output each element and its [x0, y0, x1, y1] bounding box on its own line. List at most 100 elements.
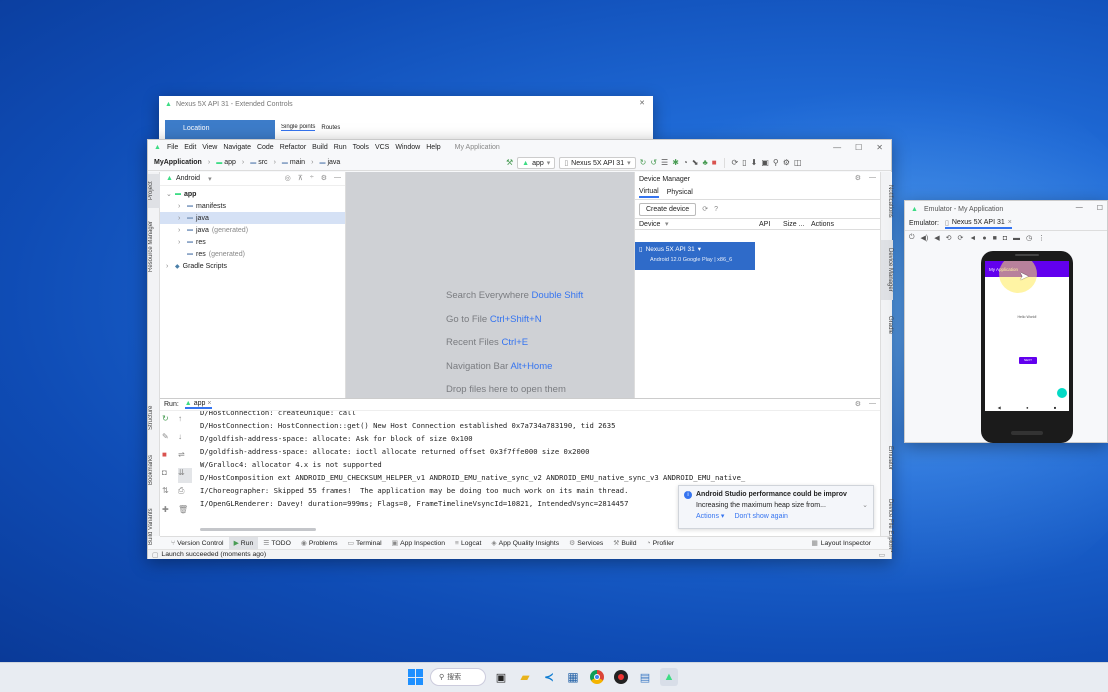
- bottom-tab-services[interactable]: ⚙ Services: [564, 537, 608, 549]
- bottom-tab-app-quality-insights[interactable]: ◈ App Quality Insights: [486, 537, 564, 549]
- tab-virtual[interactable]: Virtual: [639, 188, 659, 198]
- emulator-tool-tab[interactable]: Emulator: [881, 436, 893, 480]
- maximize-icon[interactable]: ☐: [1097, 204, 1103, 212]
- menu-item-window[interactable]: Window: [395, 144, 420, 151]
- close-icon[interactable]: ✕: [639, 99, 645, 107]
- bottom-tab-version-control[interactable]: ⑂ Version Control: [166, 537, 229, 549]
- menu-item-refactor[interactable]: Refactor: [280, 144, 306, 151]
- resource-manager-tool-tab[interactable]: Resource Manager: [148, 214, 160, 278]
- maximize-icon[interactable]: ☐: [855, 143, 862, 152]
- hammer-icon[interactable]: ⚒: [506, 159, 513, 167]
- collapse-all-icon[interactable]: ⊼: [298, 174, 303, 182]
- menu-item-run[interactable]: Run: [334, 144, 347, 151]
- bottom-tab-todo[interactable]: ☰ TODO: [258, 537, 296, 549]
- breadcrumb-item[interactable]: ▬ src: [250, 159, 267, 166]
- power-icon[interactable]: ⏻: [909, 234, 915, 242]
- stop-icon[interactable]: ■: [712, 159, 717, 167]
- run-tests-icon[interactable]: ☰: [661, 159, 668, 167]
- gear-icon[interactable]: ⚙: [855, 400, 861, 408]
- attach-debugger-icon[interactable]: ⬊: [692, 159, 699, 167]
- sync-gradle-icon[interactable]: ⟳: [732, 159, 739, 167]
- debug-icon[interactable]: ✱: [672, 159, 679, 167]
- breadcrumb-item[interactable]: ▬ main: [282, 159, 305, 166]
- recorder-icon[interactable]: [612, 668, 630, 686]
- apply-changes-icon[interactable]: ↺: [650, 159, 657, 167]
- extended-controls-titlebar[interactable]: ▲ Nexus 5X API 31 - Extended Controls ✕: [159, 96, 653, 112]
- task-view-icon[interactable]: ▣: [492, 668, 510, 686]
- hide-icon[interactable]: —: [334, 174, 341, 182]
- extended-tab-single-points[interactable]: Single points: [281, 124, 316, 131]
- bottom-tab-app-inspection[interactable]: ▣ App Inspection: [387, 537, 450, 549]
- profile-icon[interactable]: ◔: [683, 159, 688, 167]
- trash-icon[interactable]: 🗑: [178, 505, 192, 520]
- locate-icon[interactable]: ◎: [285, 174, 291, 182]
- extended-controls-window[interactable]: ▲ Nexus 5X API 31 - Extended Controls ✕ …: [159, 96, 653, 140]
- device-explorer-icon[interactable]: ▣: [761, 159, 769, 167]
- tree-node[interactable]: › ▬ java: [160, 212, 345, 224]
- minimize-icon[interactable]: —: [833, 143, 841, 152]
- android-run-icon[interactable]: ♣: [702, 159, 707, 167]
- soft-wrap-icon[interactable]: ⇌: [178, 450, 192, 465]
- gear-icon[interactable]: ⚙: [855, 174, 861, 182]
- tree-node[interactable]: ⌄ ▬ app: [160, 188, 345, 200]
- pin-icon[interactable]: ✚: [162, 505, 176, 520]
- close-icon[interactable]: ×: [1008, 219, 1012, 227]
- camera-icon[interactable]: ◘: [1003, 235, 1007, 242]
- extended-sidebar-item-location[interactable]: Location: [165, 120, 275, 140]
- refresh-icon[interactable]: ⟳: [702, 205, 708, 213]
- home-icon[interactable]: ●: [982, 235, 986, 242]
- tree-node[interactable]: › ◆ Gradle Scripts: [160, 260, 345, 272]
- tree-node[interactable]: › ▬ java (generated): [160, 224, 345, 236]
- overview-icon[interactable]: ■: [1054, 405, 1056, 410]
- run-config-select[interactable]: ▲ app ▾: [517, 157, 556, 169]
- bottom-tab-terminal[interactable]: ▭ Terminal: [343, 537, 387, 549]
- sdk-manager-icon[interactable]: ⬇: [751, 159, 758, 167]
- layout-icon[interactable]: ◫: [794, 159, 802, 167]
- breadcrumb-item[interactable]: ▬ java: [319, 159, 340, 166]
- home-icon[interactable]: ●: [1026, 405, 1028, 410]
- rerun-icon[interactable]: ↻: [640, 159, 647, 167]
- stop-icon[interactable]: ■: [162, 450, 176, 465]
- expand-arrow-icon[interactable]: ›: [178, 227, 184, 234]
- notifications-tool-tab[interactable]: Notifications: [881, 176, 893, 226]
- restore-layout-icon[interactable]: ⇅: [162, 486, 176, 502]
- next-button[interactable]: NEXT: [1019, 357, 1037, 364]
- back-icon[interactable]: ◀: [998, 405, 1001, 410]
- volume-down-icon[interactable]: ◀: [934, 234, 939, 242]
- tree-node[interactable]: › ▬ manifests: [160, 200, 345, 212]
- print-icon[interactable]: ⎙: [178, 486, 192, 502]
- tree-node[interactable]: ▬ res (generated): [160, 248, 345, 260]
- emulator-device-tab[interactable]: ▯ Nexus 5X API 31 ×: [944, 219, 1012, 229]
- bottom-tab-run[interactable]: ▶ Run: [228, 537, 259, 549]
- vscode-icon[interactable]: ≺: [540, 668, 558, 686]
- file-explorer-icon[interactable]: ▰: [516, 668, 534, 686]
- chevron-down-icon[interactable]: ⌄: [862, 500, 868, 511]
- project-view-select[interactable]: Android: [176, 175, 200, 182]
- record-icon[interactable]: ▬: [1013, 235, 1020, 242]
- expand-arrow-icon[interactable]: ⌄: [166, 190, 172, 198]
- expand-arrow-icon[interactable]: ›: [166, 263, 172, 270]
- notepad-icon[interactable]: ▤: [636, 668, 654, 686]
- device-row[interactable]: ▯ Nexus 5X API 31 ▾ Android 12.0 Google …: [635, 242, 755, 270]
- taskbar-search[interactable]: ⚲ 搜索: [430, 668, 486, 686]
- snapshot-icon[interactable]: ◷: [1026, 234, 1032, 242]
- expand-arrow-icon[interactable]: ›: [178, 203, 184, 210]
- hide-icon[interactable]: —: [869, 400, 876, 408]
- hide-icon[interactable]: —: [869, 174, 876, 182]
- rerun-icon[interactable]: ↻: [162, 414, 176, 429]
- overview-icon[interactable]: ■: [993, 235, 997, 242]
- volume-up-icon[interactable]: ◀): [921, 234, 929, 242]
- store-icon[interactable]: ▦: [564, 668, 582, 686]
- menu-item-build[interactable]: Build: [312, 144, 328, 151]
- menu-item-edit[interactable]: Edit: [184, 144, 196, 151]
- notification-actions-link[interactable]: Actions ▾: [696, 511, 724, 522]
- bottom-tab-build[interactable]: ⚒ Build: [608, 537, 641, 549]
- dont-show-again-link[interactable]: Don't show again: [734, 511, 787, 522]
- settings-icon[interactable]: ⚙: [783, 159, 790, 167]
- camera-icon[interactable]: ◘: [162, 468, 176, 483]
- menu-item-file[interactable]: File: [167, 144, 178, 151]
- menu-item-view[interactable]: View: [202, 144, 217, 151]
- create-device-button[interactable]: Create device: [639, 202, 697, 216]
- menu-item-vcs[interactable]: VCS: [375, 144, 389, 151]
- android-studio-taskbar-icon[interactable]: ▲: [660, 668, 678, 686]
